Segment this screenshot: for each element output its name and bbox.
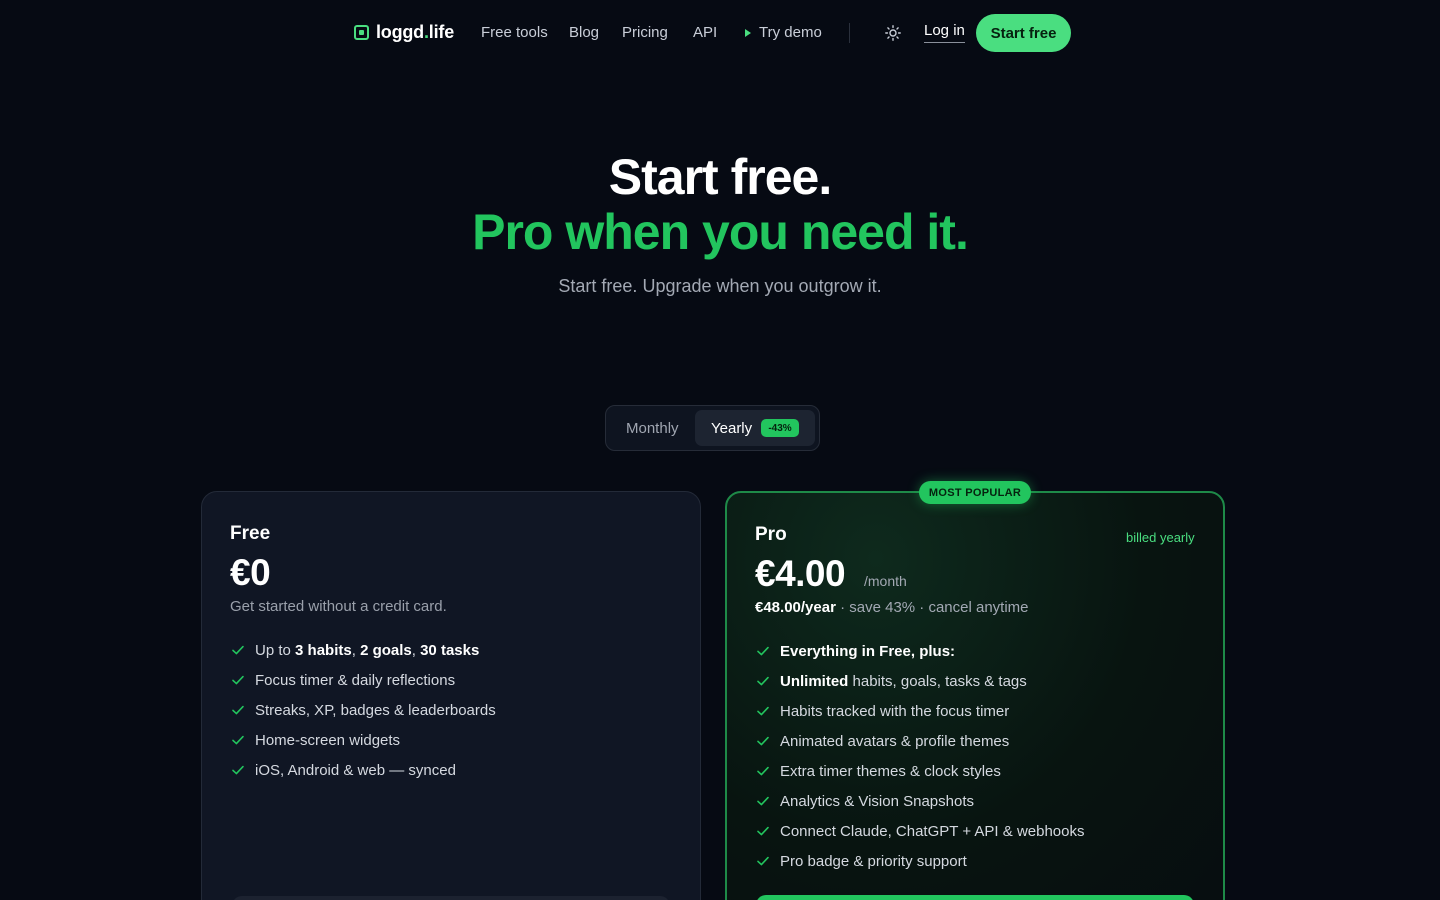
feature-text: Pro badge & priority support <box>780 852 967 870</box>
logo-text: loggd.life <box>376 22 455 42</box>
check-icon <box>757 856 769 866</box>
yearly-price-details: · save 43% · cancel anytime <box>835 599 1029 616</box>
play-icon <box>745 28 751 37</box>
hero-subtitle: Start free. Upgrade when you outgrow it. <box>558 276 882 296</box>
billing-option-monthly[interactable]: Monthly <box>626 420 679 437</box>
try-demo-link[interactable]: Try demo <box>745 24 822 41</box>
plan-price-pro: €4.00 <box>755 553 846 594</box>
nav-divider <box>849 23 850 43</box>
feature-item: Home-screen widgets <box>231 725 496 755</box>
check-icon <box>232 735 244 745</box>
login-link[interactable]: Log in <box>924 22 965 43</box>
feature-text: Unlimited habits, goals, tasks & tags <box>780 672 1027 690</box>
yearly-discount-badge: -43% <box>761 419 799 437</box>
billing-option-yearly[interactable]: Yearly -43% <box>695 410 815 446</box>
check-icon <box>757 706 769 716</box>
feature-item: Animated avatars & profile themes <box>756 726 1084 756</box>
check-icon <box>757 676 769 686</box>
billing-option-yearly-label: Yearly <box>711 420 753 437</box>
feature-item: Analytics & Vision Snapshots <box>756 786 1084 816</box>
check-icon <box>757 736 769 746</box>
feature-item: Unlimited habits, goals, tasks & tags <box>756 666 1084 696</box>
logo[interactable]: loggd.life <box>354 22 454 43</box>
feature-item: Connect Claude, ChatGPT + API & webhooks <box>756 816 1084 846</box>
feature-text: Streaks, XP, badges & leaderboards <box>255 701 496 719</box>
check-icon <box>757 796 769 806</box>
check-icon <box>757 826 769 836</box>
hero-title: Start free. <box>608 149 832 205</box>
feature-item: Everything in Free, plus: <box>756 636 1084 666</box>
nav-link-blog[interactable]: Blog <box>569 24 599 41</box>
billing-toggle: Monthly Yearly -43% <box>605 405 820 451</box>
feature-item: iOS, Android & web — synced <box>231 755 496 785</box>
feature-list-pro: Everything in Free, plus: Unlimited habit… <box>756 636 1084 876</box>
free-plan-cta-button[interactable] <box>232 896 670 900</box>
check-icon <box>232 765 244 775</box>
feature-text: Habits tracked with the focus timer <box>780 702 1010 720</box>
feature-item: Focus timer & daily reflections <box>231 665 496 695</box>
feature-text: Home-screen widgets <box>255 731 401 749</box>
feature-item: Streaks, XP, badges & leaderboards <box>231 695 496 725</box>
plan-name-pro: Pro <box>755 524 787 545</box>
feature-text: Connect Claude, ChatGPT + API & webhooks <box>780 822 1085 840</box>
yearly-price: €48.00/year <box>755 599 836 616</box>
feature-item: Pro badge & priority support <box>756 846 1084 876</box>
feature-item: Habits tracked with the focus timer <box>756 696 1084 726</box>
feature-text: Animated avatars & profile themes <box>780 732 1010 750</box>
nav-link-free-tools[interactable]: Free tools <box>481 24 548 41</box>
logo-icon <box>354 25 369 40</box>
nav-link-pricing[interactable]: Pricing <box>622 24 668 41</box>
most-popular-badge: MOST POPULAR <box>919 481 1031 504</box>
feature-text: Analytics & Vision Snapshots <box>780 792 974 810</box>
plan-price-free: €0 <box>230 552 271 593</box>
plan-name-free: Free <box>230 523 271 544</box>
feature-item: Extra timer themes & clock styles <box>756 756 1084 786</box>
feature-item: Up to 3 habits, 2 goals, 30 tasks <box>231 635 496 665</box>
check-icon <box>232 645 244 655</box>
feature-text: Extra timer themes & clock styles <box>780 762 1001 780</box>
yearly-price-line: €48.00/year · save 43% · cancel anytime <box>755 599 1029 616</box>
start-free-button[interactable]: Start free <box>976 14 1071 52</box>
try-demo-label: Try demo <box>759 24 822 41</box>
check-icon <box>232 705 244 715</box>
billed-yearly-label: billed yearly <box>1126 530 1195 545</box>
sun-icon[interactable] <box>885 25 901 41</box>
price-period: /month <box>864 573 907 589</box>
feature-text: Up to 3 habits, 2 goals, 30 tasks <box>255 641 480 659</box>
check-icon <box>757 766 769 776</box>
pro-plan-cta-button[interactable] <box>756 895 1194 900</box>
plan-desc-free: Get started without a credit card. <box>230 598 447 615</box>
feature-text: Focus timer & daily reflections <box>255 671 456 689</box>
check-icon <box>757 646 769 656</box>
top-nav: loggd.life Free tools Blog Pricing API T… <box>0 14 1440 52</box>
hero-title-accent: Pro when you need it. <box>472 204 969 260</box>
nav-link-api[interactable]: API <box>693 24 717 41</box>
feature-list-free: Up to 3 habits, 2 goals, 30 tasks Focus t… <box>231 635 496 785</box>
feature-text: Everything in Free, plus: <box>780 642 956 660</box>
check-icon <box>232 675 244 685</box>
feature-text: iOS, Android & web — synced <box>255 761 456 779</box>
